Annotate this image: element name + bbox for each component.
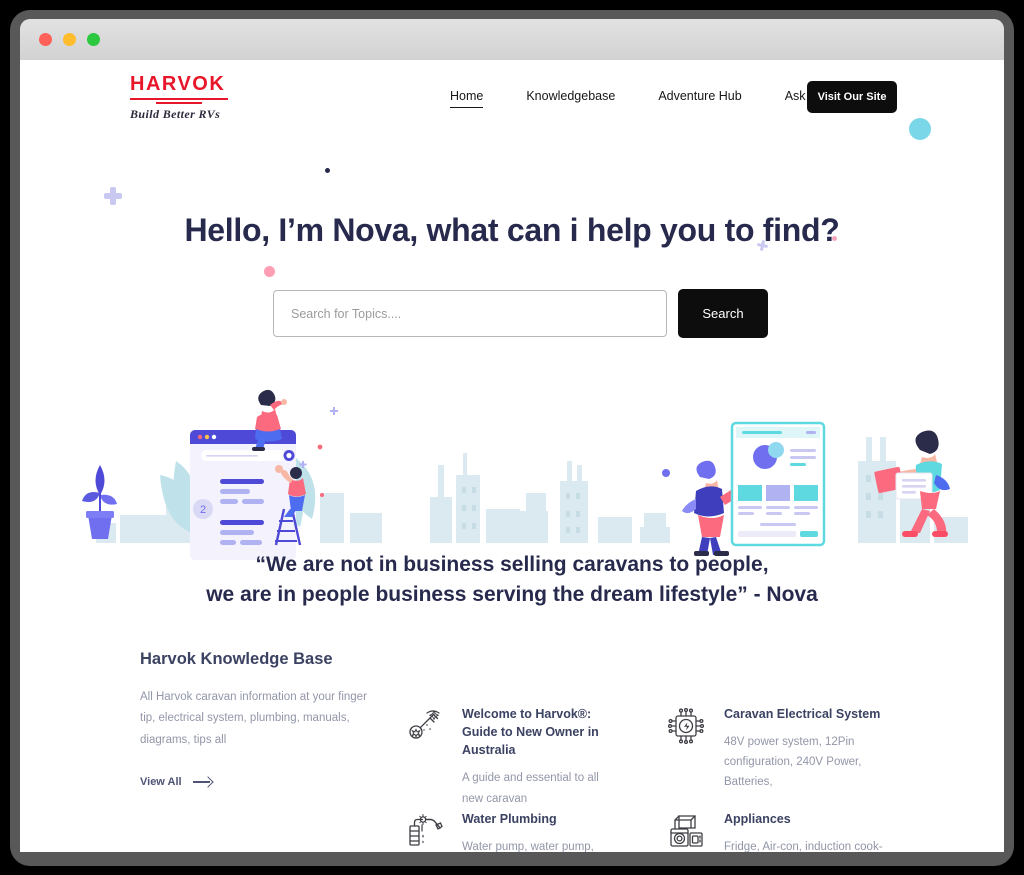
kb-card-description: 48V power system, 12Pin configuration, 2…	[724, 736, 862, 789]
hero-illustration: 2	[20, 365, 1004, 560]
browser-titlebar	[20, 19, 1004, 60]
circuit-chip-bolt-icon	[665, 705, 707, 747]
view-all-label: View All	[140, 775, 182, 788]
kb-card-description: A guide and essential to all new caravan	[462, 772, 599, 805]
minimize-window-button[interactable]	[63, 33, 76, 46]
logo-underline-short	[156, 102, 202, 104]
knowledge-base-description: All Harvok caravan information at your f…	[140, 691, 367, 746]
nav-link-home[interactable]: Home	[450, 85, 484, 108]
page-title: Hello, I’m Nova, what can i help you to …	[184, 212, 840, 248]
nav-link-knowledgebase[interactable]: Knowledgebase	[526, 85, 615, 107]
dot-pink-icon	[264, 266, 275, 277]
brand-quote: “We are not in business selling caravans…	[20, 550, 1004, 610]
tablet-illustration	[730, 421, 826, 547]
kb-card-title: Water Plumbing	[462, 812, 557, 826]
site-header: HARVOK Build Better RVs Home Knowledgeba…	[20, 60, 1004, 132]
quote-line-1: “We are not in business selling caravans…	[255, 553, 769, 576]
logo-underline	[130, 98, 228, 100]
view-all-link[interactable]: View All	[140, 776, 212, 788]
kb-card-appliances[interactable]: Appliances Fridge, Air-con, induction co…	[665, 810, 890, 852]
kb-card-description: Water pump, water pump, hose, taps, temp…	[462, 841, 594, 852]
circle-cyan-icon	[909, 118, 931, 140]
washing-machine-microwave-icon	[665, 810, 707, 852]
kb-card-caravan-electrical-system[interactable]: Caravan Electrical System 48V power syst…	[665, 705, 890, 793]
nav-link-adventure-hub[interactable]: Adventure Hub	[658, 85, 741, 107]
browser-window: HARVOK Build Better RVs Home Knowledgeba…	[10, 10, 1014, 866]
faucet-tap-icon	[403, 810, 445, 852]
search-input[interactable]	[273, 290, 667, 337]
dot-navy-small-icon	[325, 168, 330, 173]
search-button[interactable]: Search	[678, 289, 768, 338]
arrow-right-icon	[192, 777, 212, 787]
kb-card-title: Appliances	[724, 812, 791, 826]
search-bar: Search	[273, 289, 768, 338]
kb-card-water-plumbing[interactable]: Water Plumbing Water pump, water pump, h…	[403, 810, 615, 852]
logo-wordmark: HARVOK	[130, 73, 226, 95]
visit-our-site-button[interactable]: Visit Our Site	[807, 81, 897, 113]
knowledge-base-intro: Harvok Knowledge Base All Harvok caravan…	[140, 650, 378, 790]
kb-card-description: Fridge, Air-con, induction cook-top, Mic…	[724, 841, 883, 852]
logo-tagline: Build Better RVs	[130, 107, 221, 121]
close-window-button[interactable]	[39, 33, 52, 46]
kb-card-title: Caravan Electrical System	[724, 707, 881, 721]
kb-card-welcome-guide[interactable]: Welcome to Harvok®: Guide to New Owner i…	[403, 705, 615, 809]
kb-card-title: Welcome to Harvok®: Guide to New Owner i…	[462, 707, 599, 758]
page-viewport: HARVOK Build Better RVs Home Knowledgeba…	[20, 60, 1004, 852]
harvok-logo[interactable]: HARVOK Build Better RVs	[130, 74, 260, 122]
knowledge-base-heading: Harvok Knowledge Base	[140, 650, 333, 668]
svg-text:2: 2	[200, 504, 206, 516]
key-sparkle-icon	[403, 705, 445, 747]
quote-line-2: we are in people business serving the dr…	[206, 582, 818, 606]
zoom-window-button[interactable]	[87, 33, 100, 46]
plus-lavender-large-icon	[104, 187, 122, 205]
